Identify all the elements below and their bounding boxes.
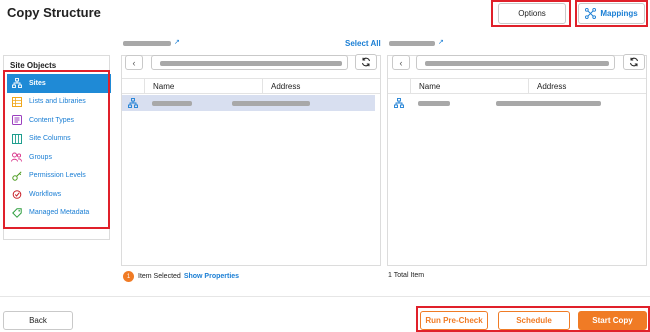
refresh-icon	[630, 57, 638, 67]
column-name[interactable]: Name	[144, 79, 262, 93]
highlight-options	[491, 0, 571, 27]
sidebar-title: Site Objects	[10, 61, 57, 70]
source-refresh-button[interactable]	[355, 54, 377, 70]
row-address-text	[496, 100, 601, 106]
highlight-footer-actions	[416, 306, 650, 332]
row-address-text	[232, 100, 310, 106]
target-table-header: Name Address	[388, 78, 646, 94]
target-refresh-button[interactable]	[623, 54, 645, 70]
chevron-left-icon: ‹	[399, 57, 403, 68]
column-name[interactable]: Name	[410, 79, 528, 93]
page-title: Copy Structure	[7, 5, 101, 20]
back-button[interactable]: Back	[3, 311, 73, 330]
header-spacer	[122, 79, 144, 93]
target-path-text	[425, 61, 609, 66]
select-all-link[interactable]: Select All	[345, 39, 381, 48]
target-path-field[interactable]	[416, 55, 615, 70]
source-path-field[interactable]	[151, 55, 348, 70]
external-link-icon[interactable]: ↗	[438, 38, 444, 46]
source-path-text	[160, 61, 342, 66]
highlight-site-objects	[3, 70, 110, 229]
column-address[interactable]: Address	[528, 79, 646, 93]
site-icon	[122, 98, 144, 108]
target-back-button[interactable]: ‹	[392, 55, 410, 70]
source-table-row[interactable]	[122, 95, 375, 111]
site-icon	[388, 98, 410, 108]
source-status: 1 Item Selected Show Properties	[123, 271, 239, 282]
target-status: 1 Total Item	[388, 272, 425, 279]
highlight-mappings	[575, 0, 648, 27]
column-address[interactable]: Address	[262, 79, 380, 93]
target-table-row[interactable]	[388, 95, 646, 111]
show-properties-link[interactable]: Show Properties	[184, 273, 239, 280]
chevron-left-icon: ‹	[132, 57, 136, 68]
row-name-text	[418, 100, 450, 106]
refresh-icon	[362, 57, 370, 67]
selected-status-text: Item Selected	[138, 273, 181, 280]
source-site-link[interactable]	[123, 41, 171, 46]
row-name-text	[152, 100, 192, 106]
source-table-header: Name Address	[122, 78, 380, 94]
footer-divider	[0, 296, 650, 297]
source-back-button[interactable]: ‹	[125, 55, 143, 70]
header-spacer	[388, 79, 410, 93]
external-link-icon[interactable]: ↗	[174, 38, 180, 46]
target-site-link[interactable]	[389, 41, 435, 46]
selected-count-badge: 1	[123, 271, 134, 282]
